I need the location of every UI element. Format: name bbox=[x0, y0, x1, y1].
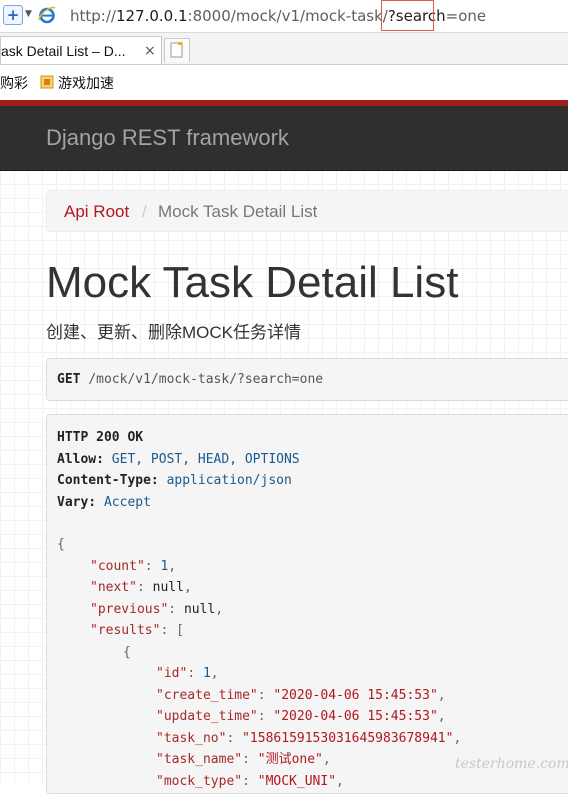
response-header: Allow: GET, POST, HEAD, OPTIONS bbox=[57, 449, 300, 471]
json-token: "MOCK_UNI" bbox=[257, 773, 337, 789]
json-line: "results": [ bbox=[57, 620, 461, 642]
chevron-down-icon[interactable]: ▼ bbox=[25, 7, 32, 21]
page-description: 创建、更新、删除MOCK任务详情 bbox=[46, 323, 301, 342]
json-line: "mock_type": "MOCK_UNI", bbox=[57, 771, 461, 793]
compatibility-icon[interactable]: + bbox=[3, 5, 23, 25]
json-token: "task_no" bbox=[156, 730, 227, 746]
header-name: Vary: bbox=[57, 494, 97, 510]
response-header: Vary: Accept bbox=[57, 492, 151, 514]
json-token: "2020-04-06 15:45:53" bbox=[273, 687, 438, 703]
json-token: , bbox=[336, 773, 344, 789]
request-method: GET bbox=[57, 372, 81, 387]
json-line: "task_name": "测试one", bbox=[57, 749, 461, 771]
response-info: HTTP 200 OK Allow: GET, POST, HEAD, OPTI… bbox=[46, 414, 568, 794]
new-tab-button[interactable] bbox=[164, 38, 190, 62]
response-status: HTTP 200 OK bbox=[57, 427, 143, 449]
breadcrumb-current: Mock Task Detail List bbox=[158, 202, 318, 221]
json-token: "task_name" bbox=[156, 752, 243, 767]
address-bar: + ▼ http://127.0.0.1:8000/mock/v1/mock-t… bbox=[0, 0, 568, 33]
json-token: "测试one" bbox=[257, 752, 323, 767]
brand-link[interactable]: Django REST framework bbox=[46, 125, 289, 151]
breadcrumb: Api Root / Mock Task Detail List bbox=[46, 190, 568, 232]
json-token: "next" bbox=[90, 580, 137, 595]
json-token: : bbox=[187, 666, 203, 681]
url-query-rest: =one bbox=[445, 7, 487, 25]
json-token: : bbox=[242, 752, 258, 767]
json-line: "count": 1, bbox=[57, 556, 461, 578]
json-token: : bbox=[257, 687, 274, 703]
json-token: , bbox=[183, 580, 192, 595]
query-highlight-box bbox=[381, 0, 434, 31]
json-token: 1 bbox=[202, 666, 211, 681]
json-token: : bbox=[226, 730, 243, 746]
json-token: "id" bbox=[156, 666, 188, 681]
json-token: "create_time" bbox=[156, 687, 258, 703]
json-token: "2020-04-06 15:45:53" bbox=[273, 709, 438, 724]
json-token: { bbox=[123, 644, 131, 660]
request-info: GET /mock/v1/mock-task/?search=one bbox=[46, 358, 568, 401]
json-line: { bbox=[57, 534, 461, 556]
new-tab-icon bbox=[170, 42, 183, 58]
json-token: "mock_type" bbox=[156, 773, 243, 789]
json-token: : bbox=[144, 558, 161, 574]
watermark: testerhome.com bbox=[455, 756, 568, 772]
json-token: , bbox=[437, 687, 446, 703]
json-line: "task_no": "1586159153031645983678941", bbox=[57, 728, 461, 750]
header-value: application/json bbox=[166, 473, 292, 488]
json-token: , bbox=[322, 752, 331, 767]
request-path: /mock/v1/mock-task/?search=one bbox=[88, 372, 324, 387]
tab-mock-task-detail-list[interactable]: ask Detail List – D... × bbox=[0, 36, 162, 64]
json-line: "next": null, bbox=[57, 577, 461, 599]
url-path: :8000/mock/v1/mock-task/ bbox=[187, 7, 388, 25]
json-token: , bbox=[437, 709, 446, 724]
breadcrumb-separator: / bbox=[142, 202, 147, 221]
status-line: HTTP 200 OK bbox=[57, 430, 144, 445]
navbar: Django REST framework bbox=[0, 106, 568, 171]
json-line: "update_time": "2020-04-06 15:45:53", bbox=[57, 706, 461, 728]
json-token: : bbox=[242, 773, 258, 789]
json-token: "count" bbox=[90, 558, 145, 574]
favorites-bar: 购彩 游戏加速 bbox=[0, 65, 568, 101]
json-token: "1586159153031645983678941" bbox=[242, 730, 454, 746]
ie-browser-icon bbox=[38, 6, 56, 24]
json-token: { bbox=[57, 537, 65, 552]
json-token: null bbox=[152, 580, 184, 595]
header-value: GET, POST, HEAD, OPTIONS bbox=[111, 451, 300, 467]
page-title: Mock Task Detail List bbox=[46, 258, 459, 307]
json-line: "previous": null, bbox=[57, 599, 461, 621]
json-token: "results" bbox=[90, 623, 161, 638]
json-token: : bbox=[168, 601, 184, 617]
json-token: , bbox=[210, 666, 219, 681]
json-token: : [ bbox=[160, 623, 184, 638]
breadcrumb-api-root[interactable]: Api Root bbox=[64, 202, 129, 222]
request-line: GET /mock/v1/mock-task/?search=one bbox=[57, 371, 323, 389]
json-token: , bbox=[168, 558, 177, 574]
tab-bar: ask Detail List – D... × bbox=[0, 33, 568, 65]
favorite-page-icon bbox=[40, 75, 54, 89]
json-token: : bbox=[257, 709, 274, 724]
json-line: "create_time": "2020-04-06 15:45:53", bbox=[57, 685, 461, 707]
header-name: Allow: bbox=[57, 451, 104, 467]
json-line: { bbox=[57, 642, 461, 664]
json-token: , bbox=[215, 601, 224, 617]
close-icon[interactable]: × bbox=[144, 41, 156, 61]
json-token: : bbox=[136, 580, 153, 595]
url-host: 127.0.0.1 bbox=[115, 7, 188, 25]
json-token: null bbox=[183, 601, 216, 617]
favorite-item-lottery[interactable]: 购彩 bbox=[0, 73, 28, 93]
json-token: "previous" bbox=[90, 601, 169, 617]
response-header: Content-Type: application/json bbox=[57, 470, 292, 492]
favorite-item-game-accelerator[interactable]: 游戏加速 bbox=[58, 73, 114, 93]
json-token: "update_time" bbox=[156, 709, 258, 724]
header-value: Accept bbox=[103, 494, 151, 510]
header-name: Content-Type: bbox=[57, 473, 159, 488]
response-body: {"count": 1, "next": null, "previous": nul… bbox=[57, 534, 461, 792]
tab-title: ask Detail List – D... bbox=[1, 43, 126, 59]
json-token: , bbox=[453, 730, 462, 746]
json-line: "id": 1, bbox=[57, 663, 461, 685]
url-prefix: http:// bbox=[70, 7, 116, 25]
